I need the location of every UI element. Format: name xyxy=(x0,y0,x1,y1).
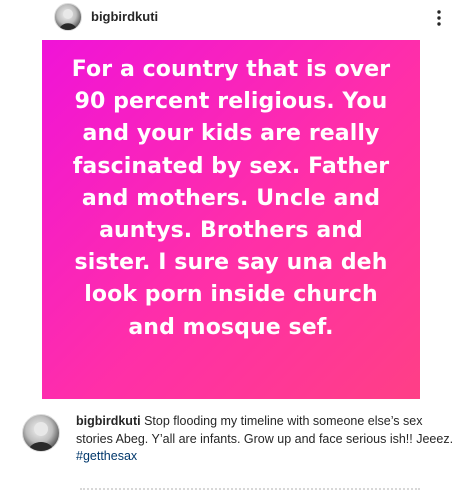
post-text-line: and mosque sef. xyxy=(128,314,334,340)
profile-photo-icon xyxy=(28,422,54,451)
post-header: bigbirdkuti xyxy=(0,0,462,34)
post-username[interactable]: bigbirdkuti xyxy=(91,9,158,24)
avatar[interactable] xyxy=(54,3,82,31)
post-text-line: fascinated by sex. Father xyxy=(72,153,390,179)
post-text-line: 90 percent religious. You xyxy=(74,89,388,115)
post-text-line: auntys. Brothers and xyxy=(99,218,363,244)
post-text-line: For a country that is over xyxy=(71,57,391,82)
caption-username[interactable]: bigbirdkuti xyxy=(76,414,141,428)
post-text-line: and mothers. Uncle and xyxy=(81,185,381,211)
post-caption: bigbirdkuti Stop flooding my timeline wi… xyxy=(76,413,456,466)
post-text-line: sister. I sure say una deh xyxy=(74,250,388,276)
hashtag-link[interactable]: #getthesax xyxy=(76,449,137,463)
comment-divider xyxy=(80,488,420,490)
post-text-line: and your kids are really xyxy=(82,121,380,147)
post-image[interactable]: For a country that is over 90 percent re… xyxy=(42,40,420,399)
post-text: For a country that is over 90 percent re… xyxy=(54,54,408,344)
post-text-line: look porn inside church xyxy=(84,282,378,308)
profile-photo-icon xyxy=(59,9,77,30)
more-vertical-icon[interactable] xyxy=(432,8,446,28)
caption-avatar[interactable] xyxy=(22,414,60,452)
